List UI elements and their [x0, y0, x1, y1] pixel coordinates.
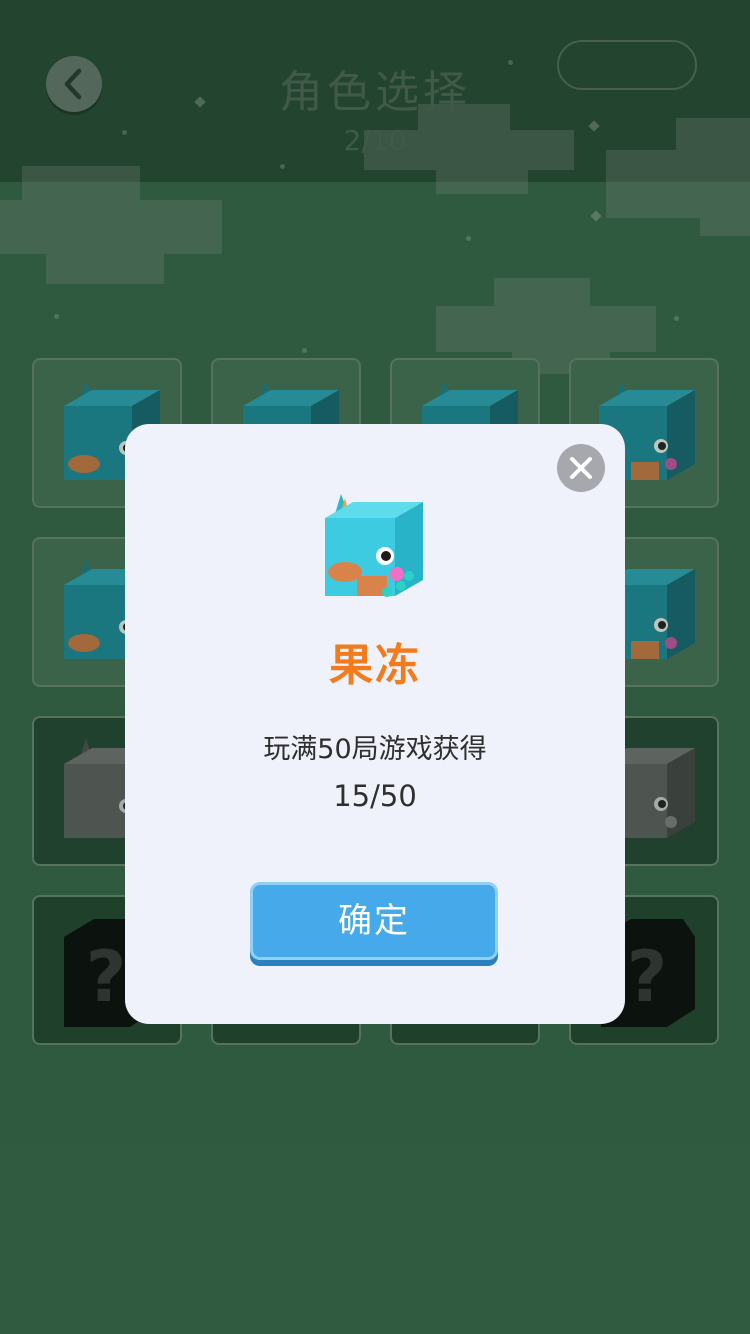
character-info-dialog: 果冻 玩满50局游戏获得 15/50 确定	[125, 424, 625, 1024]
character-name: 果冻	[329, 640, 421, 691]
close-button[interactable]	[557, 444, 605, 492]
unlock-condition: 玩满50局游戏获得	[263, 734, 487, 765]
unlock-progress: 15/50	[333, 779, 417, 813]
character-jelly-icon	[325, 494, 423, 597]
close-icon	[570, 457, 592, 479]
confirm-button[interactable]: 确定	[250, 882, 498, 960]
